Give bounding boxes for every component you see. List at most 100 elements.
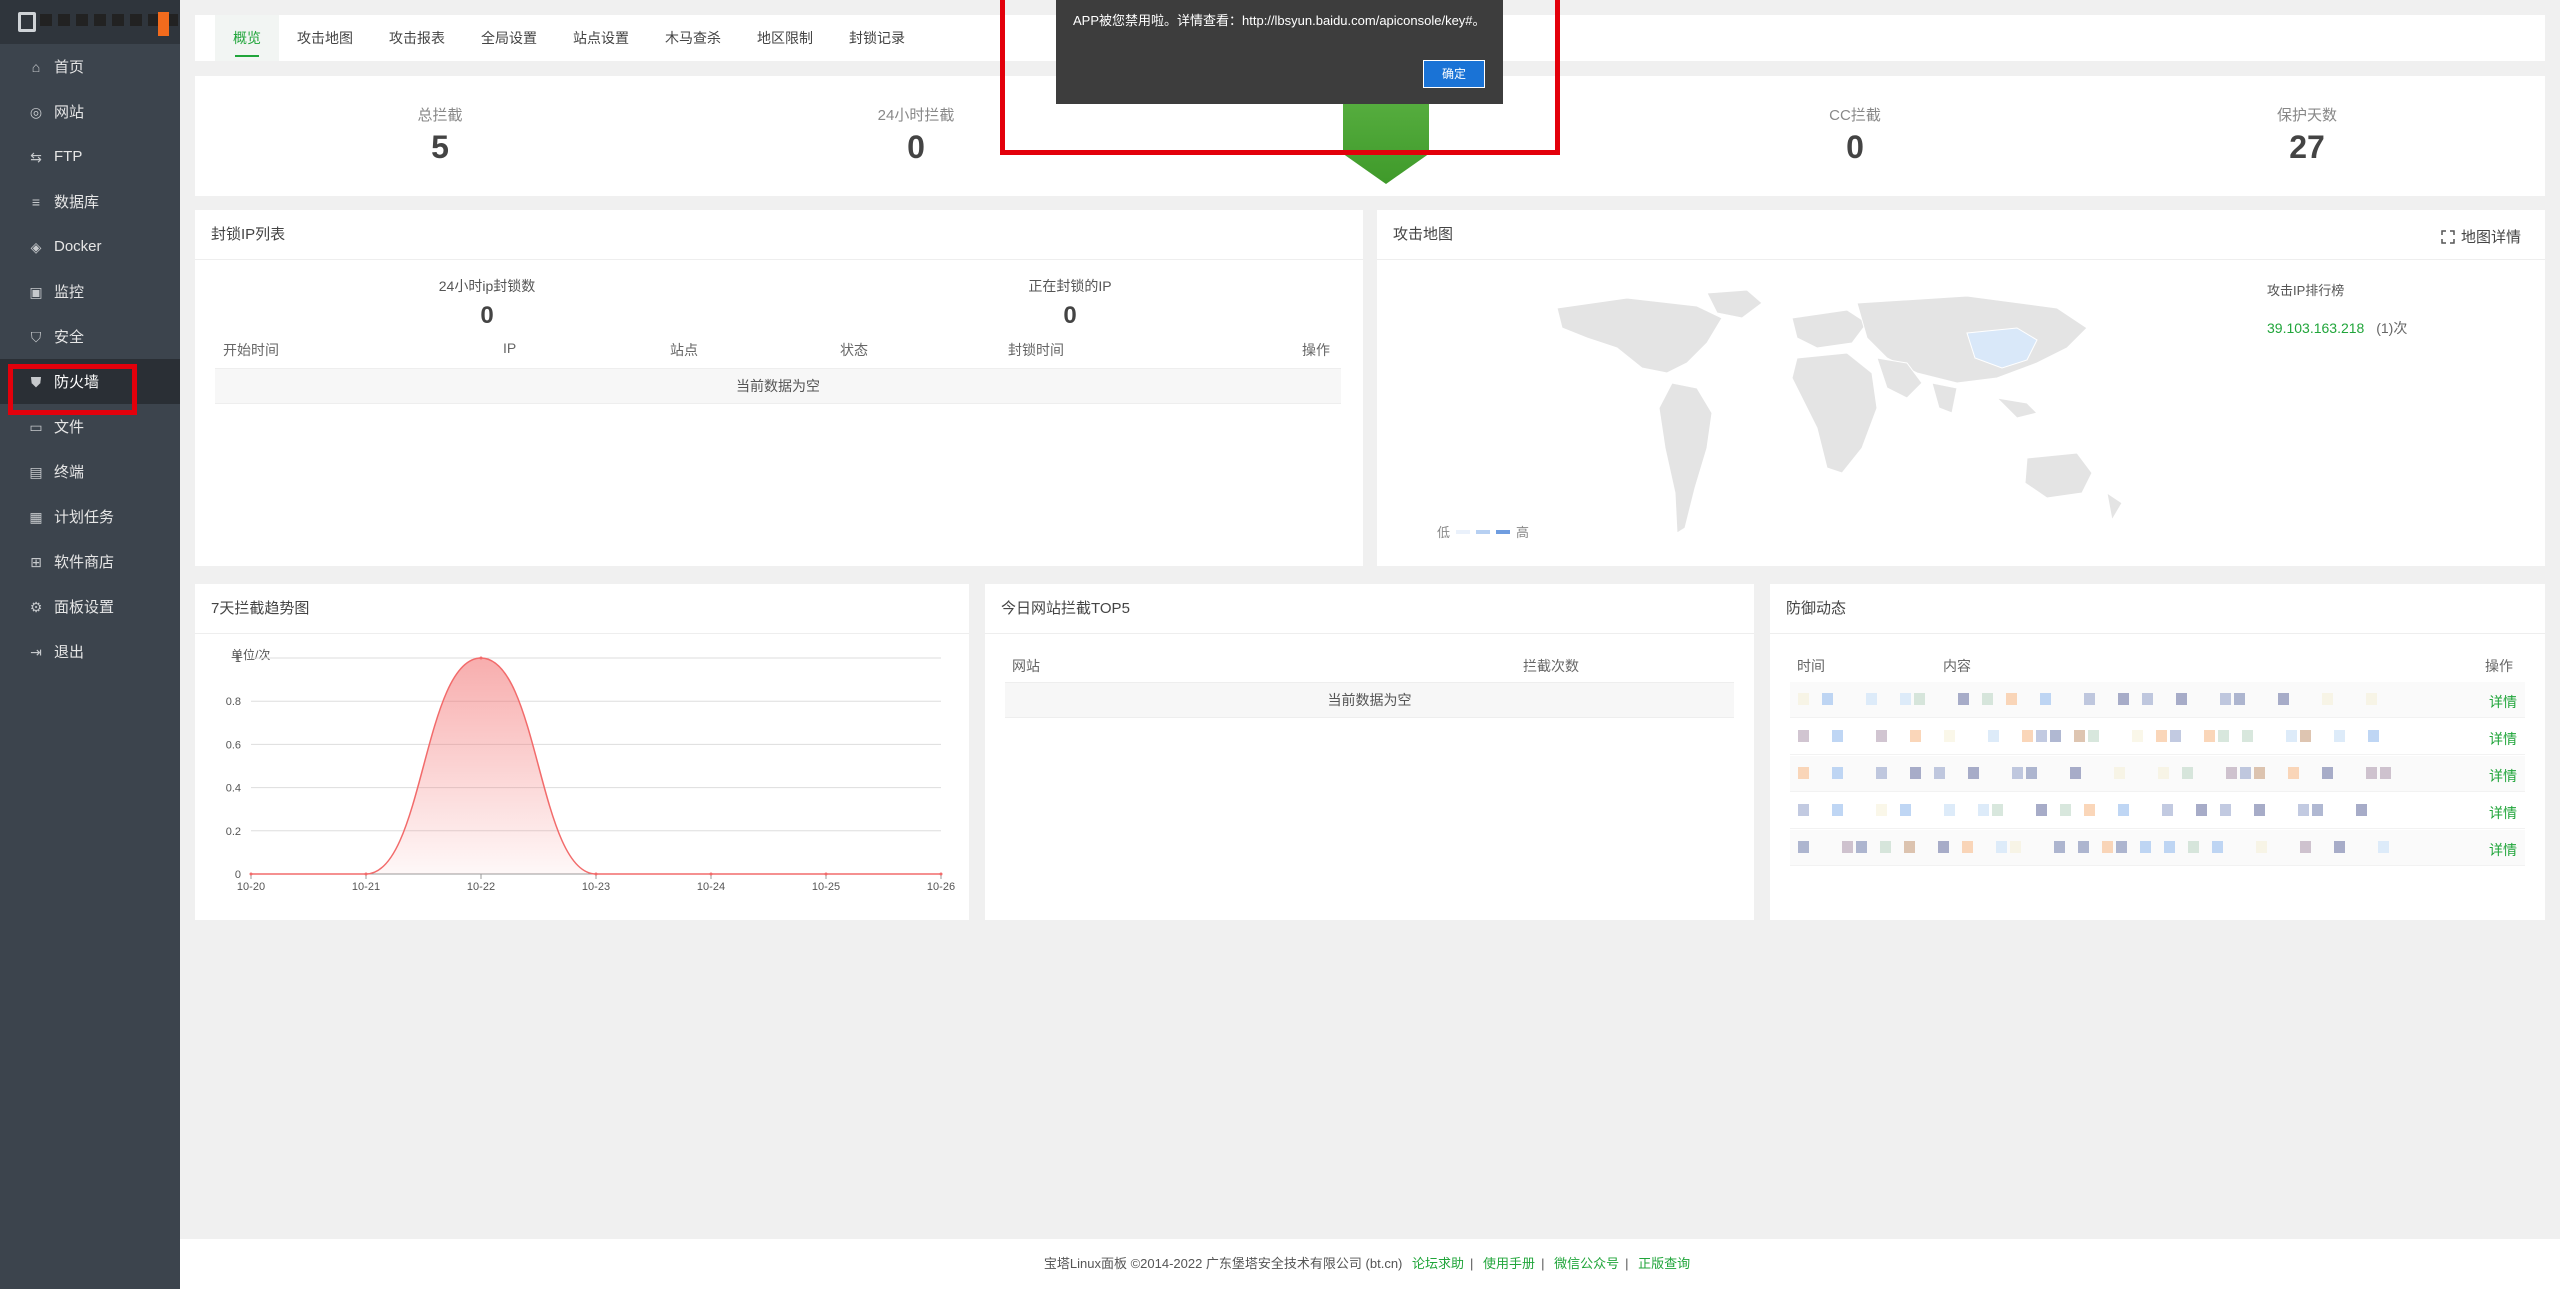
stat-cc: CC拦截 0 xyxy=(1755,104,1955,166)
top5-panel: 今日网站拦截TOP5 网站 拦截次数 当前数据为空 xyxy=(985,584,1754,920)
stat-label: 24小时ip封锁数 xyxy=(438,278,536,294)
sidebar-item-6[interactable]: ⛉ 安全 xyxy=(0,314,180,359)
redacted-content xyxy=(1790,841,2465,855)
tab-3[interactable]: 全局设置 xyxy=(463,15,555,61)
rank-title: 攻击IP排行榜 xyxy=(2267,283,2345,298)
sidebar-item-3[interactable]: ≡ 数据库 xyxy=(0,179,180,224)
footer-link-verify[interactable]: 正版查询 xyxy=(1638,1256,1690,1271)
tab-2[interactable]: 攻击报表 xyxy=(371,15,463,61)
sidebar-item-4[interactable]: ◈ Docker xyxy=(0,224,180,269)
tab-1[interactable]: 攻击地图 xyxy=(279,15,371,61)
stat-value: 0 xyxy=(1846,129,1864,165)
panel-title: 防御动态 xyxy=(1770,584,2545,634)
stat-value: 0 xyxy=(1063,302,1077,329)
tab-6[interactable]: 地区限制 xyxy=(739,15,831,61)
col-site: 站点 xyxy=(670,342,698,358)
monitor-icon: ▣ xyxy=(29,283,43,300)
stat-value: 5 xyxy=(431,129,449,165)
ftp-icon: ⇆ xyxy=(30,148,42,165)
sidebar-item-10[interactable]: ▦ 计划任务 xyxy=(0,494,180,539)
sidebar-item-label: 终端 xyxy=(54,464,85,481)
data-point xyxy=(594,872,598,876)
sidebar-item-1[interactable]: ◎ 网站 xyxy=(0,89,180,134)
defense-panel: 防御动态 时间 内容 操作 详情 详情 详情 详情 详情 xyxy=(1770,584,2545,920)
home-icon: ⌂ xyxy=(31,58,41,75)
redacted-content xyxy=(1790,693,2465,707)
sidebar-item-label: Docker xyxy=(54,238,102,255)
gear-icon: ⚙ xyxy=(29,598,43,615)
detail-link[interactable]: 详情 xyxy=(2489,840,2517,860)
tab-5[interactable]: 木马查杀 xyxy=(647,15,739,61)
footer: 宝塔Linux面板 ©2014-2022 广东堡塔安全技术有限公司 (bt.cn… xyxy=(180,1239,2560,1289)
sidebar-item-9[interactable]: ▤ 终端 xyxy=(0,449,180,494)
empty-message: 当前数据为空 xyxy=(215,368,1341,404)
detail-link[interactable]: 详情 xyxy=(2489,803,2517,823)
empty-message: 当前数据为空 xyxy=(1005,682,1734,718)
table-row: 详情 xyxy=(1790,830,2525,866)
sidebar-item-5[interactable]: ▣ 监控 xyxy=(0,269,180,314)
series-area xyxy=(251,658,941,874)
sidebar: ⌂ 首页 ◎ 网站 ⇆ FTP ≡ 数据库 ◈ Docker ▣ 监控 ⛉ 安全 ⛊ 防火墙 ▭ 文件 ▤ 终端 ▦ 计划… xyxy=(0,0,180,1289)
detail-link[interactable]: 详情 xyxy=(2489,692,2517,712)
footer-link-forum[interactable]: 论坛求助 xyxy=(1412,1256,1464,1271)
x-tick-label: 10-25 xyxy=(812,881,840,893)
col-status: 状态 xyxy=(840,342,868,358)
globe-icon: ◎ xyxy=(29,103,43,120)
rank-count: (1)次 xyxy=(2376,320,2408,336)
x-tick-label: 10-24 xyxy=(697,881,725,893)
docker-icon: ◈ xyxy=(30,238,42,255)
tab-4[interactable]: 站点设置 xyxy=(555,15,647,61)
map-detail-button[interactable]: 地图详情 xyxy=(2441,226,2521,247)
calendar-icon: ▦ xyxy=(29,508,43,525)
legend-low: 低 xyxy=(1437,525,1451,540)
redacted-content xyxy=(1790,804,2465,818)
y-tick-label: 0.2 xyxy=(226,826,241,838)
col-action: 操作 xyxy=(1302,342,1330,358)
sidebar-item-13[interactable]: ⇥ 退出 xyxy=(0,629,180,674)
sidebar-item-label: 网站 xyxy=(54,104,85,121)
sidebar-item-0[interactable]: ⌂ 首页 xyxy=(0,44,180,89)
y-tick-label: 0 xyxy=(235,869,241,881)
y-tick-label: 0.6 xyxy=(226,739,241,751)
logo xyxy=(0,0,180,44)
panel-title: 封锁IP列表 xyxy=(195,210,1363,260)
sidebar-item-label: 安全 xyxy=(54,329,85,346)
sidebar-item-label: FTP xyxy=(54,148,83,165)
data-point xyxy=(824,872,828,876)
rank-row: 39.103.163.218 (1)次 xyxy=(2267,318,2407,338)
legend-high: 高 xyxy=(1516,525,1530,540)
sidebar-item-2[interactable]: ⇆ FTP xyxy=(0,134,180,179)
main-content: 概览 攻击地图 攻击报表 全局设置 站点设置 木马查杀 地区限制 封锁记录 总拦截 5 24小… xyxy=(180,0,2560,1289)
y-tick-label: 0.4 xyxy=(226,783,241,795)
col-action: 操作 xyxy=(2485,658,2513,674)
detail-link[interactable]: 详情 xyxy=(2489,729,2517,749)
stat-24h: 24小时拦截 0 xyxy=(816,104,1016,166)
table-row: 详情 xyxy=(1790,682,2525,718)
rank-ip: 39.103.163.218 xyxy=(2267,320,2365,336)
data-point xyxy=(709,872,713,876)
stat-days: 保护天数 27 xyxy=(2207,104,2407,166)
trend-chart: 0 0.2 0.4 0.6 0.8 1 10-20 10-21 10-22 10-23 10-24 1… xyxy=(226,654,955,893)
sidebar-item-12[interactable]: ⚙ 面板设置 xyxy=(0,584,180,629)
stat-value: 0 xyxy=(907,129,925,165)
col-time: 时间 xyxy=(1797,658,1825,674)
map-detail-label: 地图详情 xyxy=(2460,229,2521,246)
sidebar-item-11[interactable]: ⊞ 软件商店 xyxy=(0,539,180,584)
detail-link[interactable]: 详情 xyxy=(2489,766,2517,786)
footer-link-manual[interactable]: 使用手册 xyxy=(1483,1256,1535,1271)
folder-icon: ▭ xyxy=(29,418,43,435)
col-count: 拦截次数 xyxy=(1523,658,1579,674)
data-point xyxy=(939,872,943,876)
tab-7[interactable]: 封锁记录 xyxy=(831,15,923,61)
footer-link-wechat[interactable]: 微信公众号 xyxy=(1554,1256,1619,1271)
col-content: 内容 xyxy=(1943,658,1971,674)
trend-panel: 7天拦截趋势图 单位/次 0 0.2 0.4 0.6 0.8 1 10-20 10-21 10-… xyxy=(195,584,969,920)
col-block-time: 封锁时间 xyxy=(1008,342,1064,358)
col-start-time: 开始时间 xyxy=(223,342,279,358)
map-legend: 低 高 xyxy=(1437,522,1529,541)
tab-0[interactable]: 概览 xyxy=(215,15,279,61)
world-map xyxy=(1556,289,2123,534)
logo-accent xyxy=(158,12,169,36)
sidebar-item-label: 退出 xyxy=(54,644,85,661)
blockip-stat-24h: 24小时ip封锁数 0 xyxy=(367,276,607,330)
